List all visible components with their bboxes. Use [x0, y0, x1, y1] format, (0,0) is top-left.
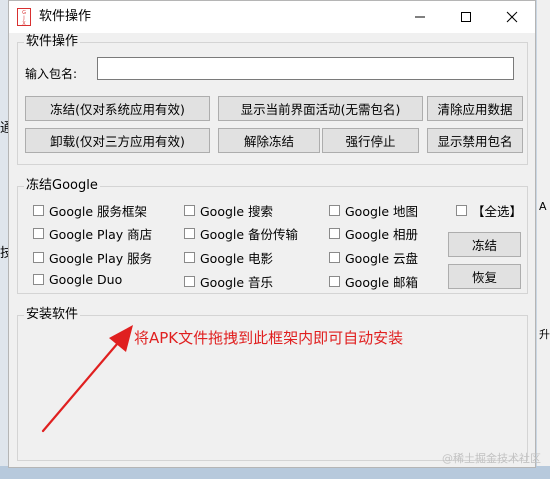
checkbox-label: Google Play 商店 — [49, 227, 153, 242]
checkbox-box[interactable] — [184, 228, 195, 239]
checkbox-label: Google Duo — [49, 272, 123, 287]
checkbox-label: Google 电影 — [200, 251, 274, 266]
show-disabled-packages-button[interactable]: 显示禁用包名 — [427, 128, 523, 153]
checkbox-google-backup-transport[interactable]: Google 备份传输 — [184, 224, 298, 243]
checkbox-box[interactable] — [33, 228, 44, 239]
freeze-system-app-button[interactable]: 冻结(仅对系统应用有效) — [25, 96, 210, 121]
checkbox-google-maps[interactable]: Google 地图 — [329, 201, 418, 220]
freeze-google-legend: 冻结Google — [24, 178, 100, 194]
checkbox-label: Google 搜索 — [200, 204, 274, 219]
close-button[interactable] — [489, 1, 535, 33]
checkbox-label: Google 相册 — [345, 227, 419, 242]
arrow-icon — [41, 325, 133, 433]
checkbox-box[interactable] — [33, 205, 44, 216]
package-name-input[interactable] — [97, 57, 514, 80]
freeze-google-button[interactable]: 冻结 — [448, 232, 521, 257]
checkbox-box[interactable] — [329, 228, 340, 239]
uninstall-third-party-button[interactable]: 卸载(仅对三方应用有效) — [25, 128, 210, 153]
software-ops-legend: 软件操作 — [24, 34, 81, 50]
checkbox-select-all[interactable]: 【全选】 — [456, 201, 522, 220]
unfreeze-button[interactable]: 解除冻结 — [218, 128, 320, 153]
drop-hint-text: 将APK文件拖拽到此框架内即可自动安装 — [134, 329, 404, 347]
checkbox-box[interactable] — [33, 274, 44, 285]
app-icon: G J X — [17, 8, 31, 26]
checkbox-google-gmail[interactable]: Google 邮箱 — [329, 272, 418, 291]
background-text: 升 — [539, 328, 550, 341]
maximize-button[interactable] — [443, 1, 489, 33]
restore-google-button[interactable]: 恢复 — [448, 264, 521, 289]
checkbox-google-play-services[interactable]: Google Play 服务 — [33, 248, 152, 267]
show-current-activity-button[interactable]: 显示当前界面活动(无需包名) — [218, 96, 423, 121]
checkbox-google-services-framework[interactable]: Google 服务框架 — [33, 201, 147, 220]
checkbox-box[interactable] — [329, 252, 340, 263]
watermark: @稀土掘金技术社区 — [442, 452, 541, 465]
checkbox-label: Google 服务框架 — [49, 204, 148, 219]
checkbox-label: Google 邮箱 — [345, 275, 419, 290]
title-bar[interactable]: G J X 软件操作 — [9, 1, 535, 33]
checkbox-google-duo[interactable]: Google Duo — [33, 272, 122, 287]
checkbox-box[interactable] — [184, 276, 195, 287]
checkbox-google-movies[interactable]: Google 电影 — [184, 248, 273, 267]
checkbox-label: Google 备份传输 — [200, 227, 299, 242]
checkbox-box[interactable] — [184, 252, 195, 263]
checkbox-google-music[interactable]: Google 音乐 — [184, 272, 273, 291]
svg-text:X: X — [22, 21, 26, 26]
close-icon — [506, 11, 518, 23]
minimize-button[interactable] — [397, 1, 443, 33]
window-title: 软件操作 — [39, 9, 92, 24]
checkbox-label: Google 地图 — [345, 204, 419, 219]
checkbox-label: 【全选】 — [472, 204, 523, 219]
checkbox-google-drive[interactable]: Google 云盘 — [329, 248, 418, 267]
clear-app-data-button[interactable]: 清除应用数据 — [427, 96, 523, 121]
minimize-icon — [415, 16, 425, 18]
checkbox-label: Google Play 服务 — [49, 251, 153, 266]
checkbox-box[interactable] — [33, 252, 44, 263]
checkbox-box[interactable] — [329, 205, 340, 216]
checkbox-google-play-store[interactable]: Google Play 商店 — [33, 224, 152, 243]
app-window: G J X 软件操作 软件操作 输入包名: 冻结(仅对系统应用有效) 显示当前界… — [8, 0, 541, 468]
background-text: A — [539, 200, 547, 213]
checkbox-label: Google 云盘 — [345, 251, 419, 266]
background-right — [537, 0, 550, 479]
package-name-label: 输入包名: — [25, 67, 78, 81]
background-left — [0, 0, 8, 479]
checkbox-google-photos[interactable]: Google 相册 — [329, 224, 418, 243]
checkbox-google-search[interactable]: Google 搜索 — [184, 201, 273, 220]
force-stop-button[interactable]: 强行停止 — [322, 128, 419, 153]
checkbox-box[interactable] — [456, 205, 467, 216]
checkbox-box[interactable] — [329, 276, 340, 287]
maximize-icon — [461, 12, 471, 22]
checkbox-box[interactable] — [184, 205, 195, 216]
checkbox-label: Google 音乐 — [200, 275, 274, 290]
